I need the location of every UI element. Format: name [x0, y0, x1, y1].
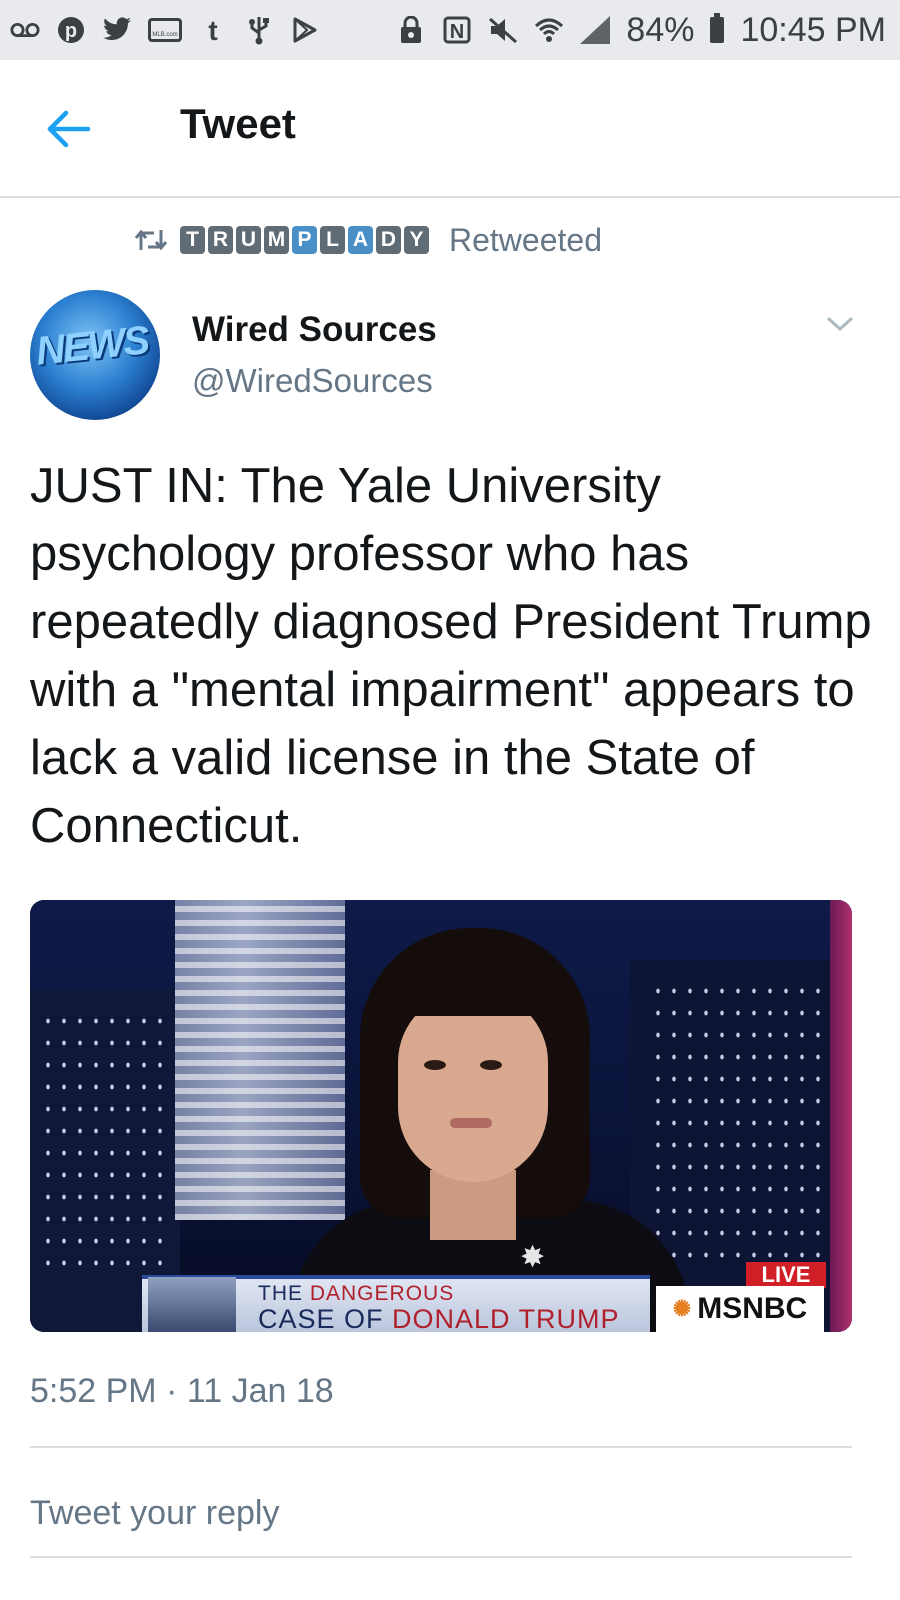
back-button[interactable] [44, 104, 94, 154]
person-bangs [386, 936, 564, 1016]
battery-icon [710, 13, 725, 43]
divider [30, 1446, 852, 1448]
building-tower-lights [175, 900, 345, 1220]
mlb-label: MLB.com [152, 32, 178, 38]
signal-icon [580, 16, 611, 44]
lower-third-highlight: DONALD TRUMP [392, 1304, 620, 1332]
lower-third-highlight: DANGEROUS [309, 1282, 455, 1305]
name-tile: R [208, 226, 233, 254]
usb-icon [244, 15, 274, 45]
tweet-text: JUST IN: The Yale University psychology … [30, 459, 872, 853]
name-tile: A [348, 226, 373, 254]
status-bar: p MLB.com t N 84% 10:45 PM [0, 0, 900, 60]
retweet-context[interactable]: T R U M P L A D Y Retweeted [134, 218, 602, 262]
name-tile: T [180, 226, 205, 254]
name-tile: D [376, 226, 401, 254]
avatar-logo-text: NEWS [33, 318, 150, 374]
twitter-icon [102, 15, 132, 45]
tweet-media[interactable]: ✸ THE DANGEROUS CASE OF DONALD TRUMP LIV… [30, 900, 852, 1332]
live-badge: LIVE [746, 1262, 826, 1288]
building-windows [650, 980, 820, 1260]
nfc-icon: N [442, 15, 472, 45]
name-tile: Y [404, 226, 429, 254]
pinterest-icon: p [56, 15, 86, 45]
app-header: Tweet [0, 60, 900, 198]
battery-percent: 84% [626, 10, 695, 49]
name-tile: M [264, 226, 289, 254]
svg-text:N: N [450, 21, 464, 43]
lock-icon [396, 15, 426, 45]
lower-third-text: CASE OF [258, 1304, 393, 1332]
avatar[interactable]: NEWS [30, 290, 160, 420]
lower-third-line2: CASE OF DONALD TRUMP [258, 1304, 620, 1332]
wifi-icon [534, 15, 564, 45]
svg-text:p: p [65, 20, 77, 42]
studio-light [830, 900, 852, 1332]
person-eye [480, 1060, 502, 1070]
network-name: MSNBC [697, 1292, 808, 1325]
retweet-icon [134, 229, 168, 251]
person-mouth [450, 1118, 492, 1128]
play-store-icon [290, 15, 320, 45]
network-logo: ✺ MSNBC [656, 1286, 824, 1332]
notification-icons: p MLB.com t [10, 15, 320, 45]
author-name[interactable]: Wired Sources [192, 310, 437, 350]
lower-third-text: THE [258, 1282, 310, 1305]
clock: 10:45 PM [740, 10, 886, 49]
building-windows [40, 1010, 170, 1270]
brooch-icon: ✸ [520, 1241, 546, 1274]
name-tile: L [320, 226, 345, 254]
retweeter-name: T R U M P L A D Y [180, 226, 429, 254]
lower-third-photo [148, 1277, 236, 1332]
tweet-menu-button[interactable] [824, 308, 856, 340]
person-eye [424, 1060, 446, 1070]
system-icons: N 84% 10:45 PM [396, 11, 886, 50]
name-tile: U [236, 226, 261, 254]
author-handle[interactable]: @WiredSources [192, 362, 433, 400]
tweet-timestamp: 5:52 PM · 11 Jan 18 [30, 1372, 334, 1410]
lower-third-line1: THE DANGEROUS [258, 1282, 454, 1306]
name-tile: P [292, 226, 317, 254]
mlb-icon: MLB.com [148, 18, 182, 42]
retweeted-label: Retweeted [449, 221, 602, 258]
voicemail-icon [10, 15, 40, 45]
svg-text:t: t [208, 16, 217, 44]
page-title: Tweet [180, 100, 296, 147]
reply-input[interactable]: Tweet your reply [30, 1494, 279, 1533]
mute-icon [488, 15, 518, 45]
chevron-down-icon [827, 317, 853, 331]
back-arrow-icon [47, 110, 91, 148]
peacock-icon: ✺ [672, 1296, 692, 1321]
person-face [398, 992, 548, 1182]
tumblr-icon: t [198, 15, 228, 45]
divider [30, 1556, 852, 1558]
